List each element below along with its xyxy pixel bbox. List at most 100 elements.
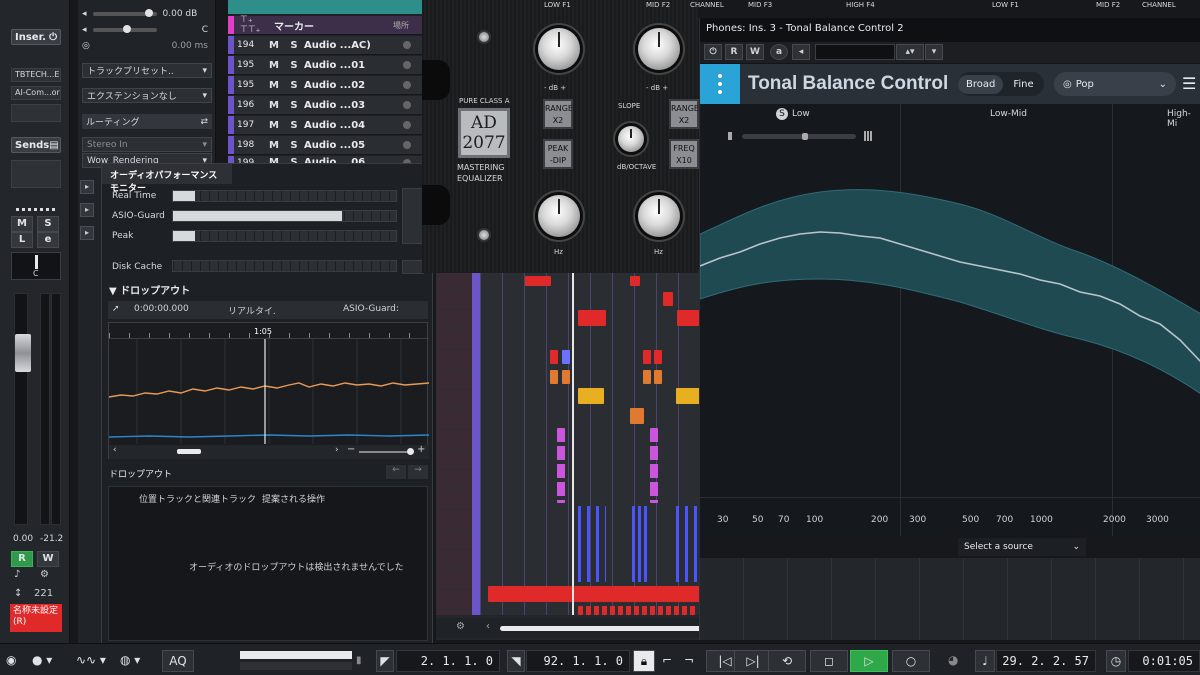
pan-control[interactable]: C — [11, 252, 61, 280]
overload-indicator-icon[interactable]: ▮ — [356, 648, 362, 672]
volume-slider-handle[interactable] — [144, 8, 153, 17]
volume-fader-handle[interactable] — [15, 334, 31, 372]
lock-icon[interactable]: 🔒︎ — [633, 650, 655, 672]
monitor-icon[interactable]: ♪ — [14, 569, 20, 580]
zoom-in-icon[interactable]: + — [417, 444, 425, 455]
extension-dropdown[interactable]: エクステンションなし ▾ — [82, 88, 212, 103]
solo-button[interactable]: S — [284, 80, 304, 91]
scroll-left-icon[interactable]: ‹ — [113, 445, 117, 455]
low-freq-knob[interactable] — [538, 195, 580, 237]
solo-button[interactable]: S — [284, 60, 304, 71]
chevron-down-icon[interactable]: ▾ — [925, 44, 943, 60]
punch-in-icon[interactable]: ⌐ — [662, 648, 672, 672]
solo-button[interactable]: S — [284, 140, 304, 151]
mute-button[interactable]: M — [264, 100, 284, 111]
graph-scroll-thumb[interactable] — [177, 449, 201, 454]
record-icon[interactable] — [403, 141, 411, 149]
volume-row[interactable]: ◂ 0.00 dB — [82, 6, 212, 21]
monitor-title-tab[interactable]: オーディオパフォーマンスモニター — [102, 164, 232, 194]
input-routing-dropdown[interactable]: Stereo In ▾ — [82, 137, 212, 152]
left-locator-field[interactable]: 2. 1. 1. 0 — [396, 650, 500, 672]
source-select-dropdown[interactable]: Select a source ⌄ — [958, 538, 1086, 556]
event[interactable] — [643, 370, 651, 384]
range-x2-button[interactable]: RANGE X2 — [543, 99, 573, 129]
event[interactable] — [650, 428, 658, 503]
low-gain-knob[interactable] — [538, 28, 580, 70]
play-button[interactable]: ▷ — [850, 650, 888, 672]
track-row[interactable]: 198 M S Audio ...05 — [228, 136, 423, 155]
record-icon[interactable] — [403, 81, 411, 89]
metronome-icon[interactable]: ◍ ▾ — [120, 648, 140, 672]
channel-name-badge[interactable]: 名称未設定 (R) — [10, 604, 62, 632]
performance-graph[interactable]: 1:05 ‹ › − + — [108, 322, 429, 459]
mid-freq-knob[interactable] — [638, 195, 680, 237]
read-automation-button[interactable]: R — [11, 551, 33, 567]
mute-button[interactable]: M — [264, 60, 284, 71]
insert-slot-2[interactable]: AI-Com...or — [11, 86, 61, 100]
track-row[interactable]: 195 M S Audio ...01 — [228, 56, 423, 75]
tonal-balance-graph[interactable] — [700, 104, 1200, 536]
go-to-end-button[interactable]: ▷| — [734, 650, 772, 672]
track-preset-dropdown[interactable]: トラックプリセット.. ▾ — [82, 63, 212, 78]
project-event-area[interactable]: ⚙ ‹ — [436, 270, 790, 640]
zoom-slider[interactable] — [359, 451, 411, 453]
project-event-area-lower[interactable] — [699, 558, 1200, 640]
record-mode-icon[interactable]: ● ▾ — [32, 648, 52, 672]
event[interactable] — [654, 370, 662, 384]
broad-button[interactable]: Broad — [958, 74, 1004, 94]
slope-knob[interactable] — [618, 126, 644, 152]
window-titlebar[interactable]: Phones: Ins. 3 - Tonal Balance Control 2 — [700, 18, 1200, 42]
settings-icon[interactable]: ⚙ — [456, 621, 465, 632]
solo-button[interactable]: S — [284, 120, 304, 131]
stop-button[interactable]: ◻ — [810, 650, 848, 672]
menu-icon[interactable]: ☰ — [1182, 74, 1196, 93]
right-locator-field[interactable]: 92. 1. 1. 0 — [526, 650, 630, 672]
mute-button[interactable]: M — [264, 80, 284, 91]
expand-arrow-icon[interactable]: ▸ — [80, 180, 94, 194]
record-button[interactable]: ○ — [892, 650, 930, 672]
record-icon[interactable] — [403, 101, 411, 109]
event[interactable] — [676, 388, 700, 404]
event[interactable] — [578, 506, 606, 582]
event[interactable] — [632, 506, 648, 582]
secondary-time-format-icon[interactable]: ◷ — [1106, 650, 1126, 672]
event[interactable] — [676, 506, 700, 582]
settings-icon[interactable]: ⚙ — [40, 569, 49, 580]
marker-tools-icon[interactable]: ⊤₊ ⊤⊤₊ — [234, 15, 274, 35]
mute-button[interactable]: M — [264, 120, 284, 131]
event[interactable] — [578, 606, 698, 615]
record-icon[interactable] — [403, 61, 411, 69]
previous-dropout-icon[interactable]: ← — [386, 465, 406, 479]
track-row[interactable]: 194 M S Audio ...AC) — [228, 36, 423, 55]
waveform-icon[interactable]: ∿∿ ▾ — [76, 648, 106, 672]
event[interactable] — [643, 350, 651, 364]
fine-button[interactable]: Fine — [1003, 75, 1043, 94]
peak-dip-button[interactable]: PEAK -DIP — [543, 139, 573, 169]
auto-button[interactable]: a — [770, 44, 788, 60]
insert-slot-empty[interactable] — [11, 104, 61, 122]
cycle-button[interactable]: ⟲ — [768, 650, 806, 672]
write-button[interactable]: W — [746, 44, 764, 60]
listen-button[interactable]: L — [11, 232, 33, 248]
read-button[interactable]: R — [725, 44, 743, 60]
primary-time-format-icon[interactable]: ♩ — [975, 650, 995, 672]
event[interactable] — [677, 310, 699, 326]
preset-field[interactable] — [815, 44, 895, 60]
event[interactable] — [630, 408, 644, 424]
fader-gain-value[interactable]: 0.00 — [13, 534, 33, 544]
volume-slider[interactable] — [92, 8, 157, 17]
track-row[interactable]: 197 M S Audio ...04 — [228, 116, 423, 135]
sync-icon[interactable]: ◕ — [948, 648, 958, 672]
routing-section-header[interactable]: ルーティング ⇄ — [82, 114, 212, 129]
punch-out-icon[interactable]: ¬ — [684, 648, 694, 672]
solo-button[interactable]: S — [284, 40, 304, 51]
primary-position-field[interactable]: 29. 2. 2. 57 — [996, 650, 1096, 672]
locate-icon[interactable]: ➚ — [112, 304, 120, 314]
overload-indicator[interactable] — [402, 188, 424, 244]
dropout-section-header[interactable]: ▼ ドロップアウト — [109, 282, 190, 297]
event[interactable] — [550, 370, 558, 384]
mid-range-x2-button[interactable]: RANGE X2 — [669, 99, 699, 129]
record-icon[interactable] — [403, 41, 411, 49]
event[interactable] — [562, 370, 570, 384]
freq-x10-button[interactable]: FREQ X10 — [669, 139, 699, 169]
